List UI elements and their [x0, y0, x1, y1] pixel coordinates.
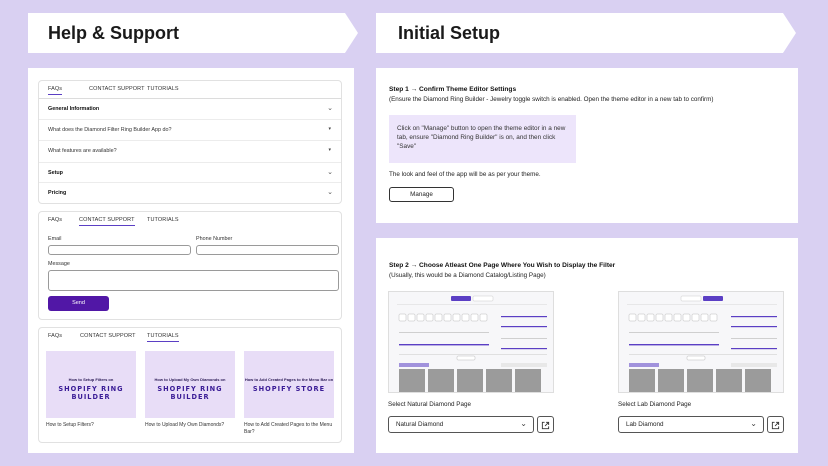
faq-question-2[interactable]: What features are available? ▾ [39, 140, 341, 161]
phone-label: Phone Number [196, 236, 233, 242]
lab-diamond-page-label: Select Lab Diamond Page [618, 401, 692, 408]
tutorial-thumbnail-brand: SHOPIFY RING BUILDER [157, 385, 223, 401]
faq-card: FAQs CONTACT SUPPORT TUTORIALS General I… [38, 80, 342, 204]
send-button[interactable]: Send [48, 296, 109, 311]
accordion-general-information[interactable]: General Information ⌄ [39, 98, 341, 119]
contact-support-card: FAQs CONTACT SUPPORT TUTORIALS Email Pho… [38, 211, 342, 320]
accordion-setup[interactable]: Setup ⌄ [39, 162, 341, 183]
message-label: Message [48, 261, 70, 267]
chevron-down-icon: ⌄ [327, 105, 333, 112]
email-field[interactable] [48, 245, 191, 255]
tab-contact-support[interactable]: CONTACT SUPPORT [79, 217, 135, 226]
initial-setup-title: Initial Setup [398, 23, 501, 43]
tutorial-caption[interactable]: How to Setup Filters? [46, 422, 138, 429]
step1-title: Step 1 → Confirm Theme Editor Settings [389, 86, 517, 93]
selected-value: Natural Diamond [396, 421, 444, 428]
tutorial-thumbnail-brand: SHOPIFY RING BUILDER [58, 385, 124, 401]
expand-marker-icon: ▾ [328, 126, 331, 132]
step1-subtitle: (Ensure the Diamond Ring Builder - Jewel… [389, 96, 714, 103]
open-lab-page-button[interactable] [767, 416, 784, 433]
look-feel-text: The look and feel of the app will be as … [389, 171, 541, 178]
accordion-label: General Information [48, 106, 100, 112]
step2-title: Step 2 → Choose Atleast One Page Where Y… [389, 262, 616, 269]
faq-question-label: What features are available? [48, 148, 117, 154]
initial-setup-banner: Initial Setup [376, 13, 796, 53]
tab-contact-support[interactable]: CONTACT SUPPORT [80, 333, 136, 339]
help-support-panel: FAQs CONTACT SUPPORT TUTORIALS General I… [28, 68, 354, 453]
accordion-label: Setup [48, 170, 63, 176]
step1-instruction-box: Click on "Manage" button to open the the… [389, 115, 576, 163]
tutorial-thumbnail-text: How to Setup Filters on [68, 377, 114, 382]
help-support-banner: Help & Support [28, 13, 358, 53]
contact-card-tabs: FAQs CONTACT SUPPORT TUTORIALS [39, 212, 341, 230]
chevron-down-icon: ⌄ [327, 169, 333, 176]
tab-faqs[interactable]: FAQs [48, 333, 62, 339]
faq-card-tabs: FAQs CONTACT SUPPORT TUTORIALS [39, 81, 341, 99]
tab-faqs[interactable]: FAQs [48, 86, 63, 95]
chevron-down-icon: ⌄ [520, 419, 527, 428]
natural-diamond-page-preview [388, 291, 554, 393]
accordion-pricing[interactable]: Pricing ⌄ [39, 182, 341, 203]
lab-diamond-page-select[interactable]: Lab Diamond ⌄ [618, 416, 764, 433]
tutorial-thumbnail-brand: SHOPIFY STORE [252, 385, 326, 393]
step2-subtitle: (Usually, this would be a Diamond Catalo… [389, 272, 546, 279]
tutorial-thumbnail-text: How to Add Created Pages to the Menu Bar… [244, 377, 334, 382]
manage-button[interactable]: Manage [389, 187, 454, 202]
faq-question-1[interactable]: What does the Diamond Filter Ring Builde… [39, 119, 341, 140]
lab-diamond-page-preview [618, 291, 784, 393]
tutorial-thumbnail-text: How to Upload My Own Diamonds on [154, 377, 226, 382]
help-support-title: Help & Support [48, 23, 179, 43]
selected-value: Lab Diamond [626, 421, 664, 428]
tutorial-thumbnail-filters[interactable]: How to Setup Filters on SHOPIFY RING BUI… [46, 351, 136, 418]
phone-field[interactable] [196, 245, 339, 255]
tutorial-thumbnail-upload[interactable]: How to Upload My Own Diamonds on SHOPIFY… [145, 351, 235, 418]
email-label: Email [48, 236, 62, 242]
external-link-icon [771, 421, 780, 430]
accordion-label: Pricing [48, 190, 67, 196]
tutorials-card-tabs: FAQs CONTACT SUPPORT TUTORIALS [39, 328, 341, 346]
tab-tutorials[interactable]: TUTORIALS [147, 86, 179, 92]
message-field[interactable] [48, 270, 339, 291]
tab-tutorials[interactable]: TUTORIALS [147, 333, 179, 342]
tutorials-card: FAQs CONTACT SUPPORT TUTORIALS How to Se… [38, 327, 342, 443]
external-link-icon [541, 421, 550, 430]
natural-diamond-page-select[interactable]: Natural Diamond ⌄ [388, 416, 534, 433]
tab-tutorials[interactable]: TUTORIALS [147, 217, 179, 223]
chevron-down-icon: ⌄ [327, 189, 333, 196]
tutorial-thumbnail-menu[interactable]: How to Add Created Pages to the Menu Bar… [244, 351, 334, 418]
catalog-preview-graphic [389, 292, 553, 392]
step2-card: Step 2 → Choose Atleast One Page Where Y… [376, 238, 798, 453]
tutorial-caption[interactable]: How to Add Created Pages to the Menu Bar… [244, 422, 336, 436]
tutorial-caption[interactable]: How to Upload My Own Diamonds? [145, 422, 237, 429]
step1-card: Step 1 → Confirm Theme Editor Settings (… [376, 68, 798, 223]
tab-contact-support[interactable]: CONTACT SUPPORT [89, 86, 145, 92]
open-natural-page-button[interactable] [537, 416, 554, 433]
faq-question-label: What does the Diamond Filter Ring Builde… [48, 127, 172, 133]
catalog-preview-graphic [619, 292, 783, 392]
tab-faqs[interactable]: FAQs [48, 217, 62, 223]
expand-marker-icon: ▾ [328, 147, 331, 153]
chevron-down-icon: ⌄ [750, 419, 757, 428]
natural-diamond-page-label: Select Natural Diamond Page [388, 401, 471, 408]
